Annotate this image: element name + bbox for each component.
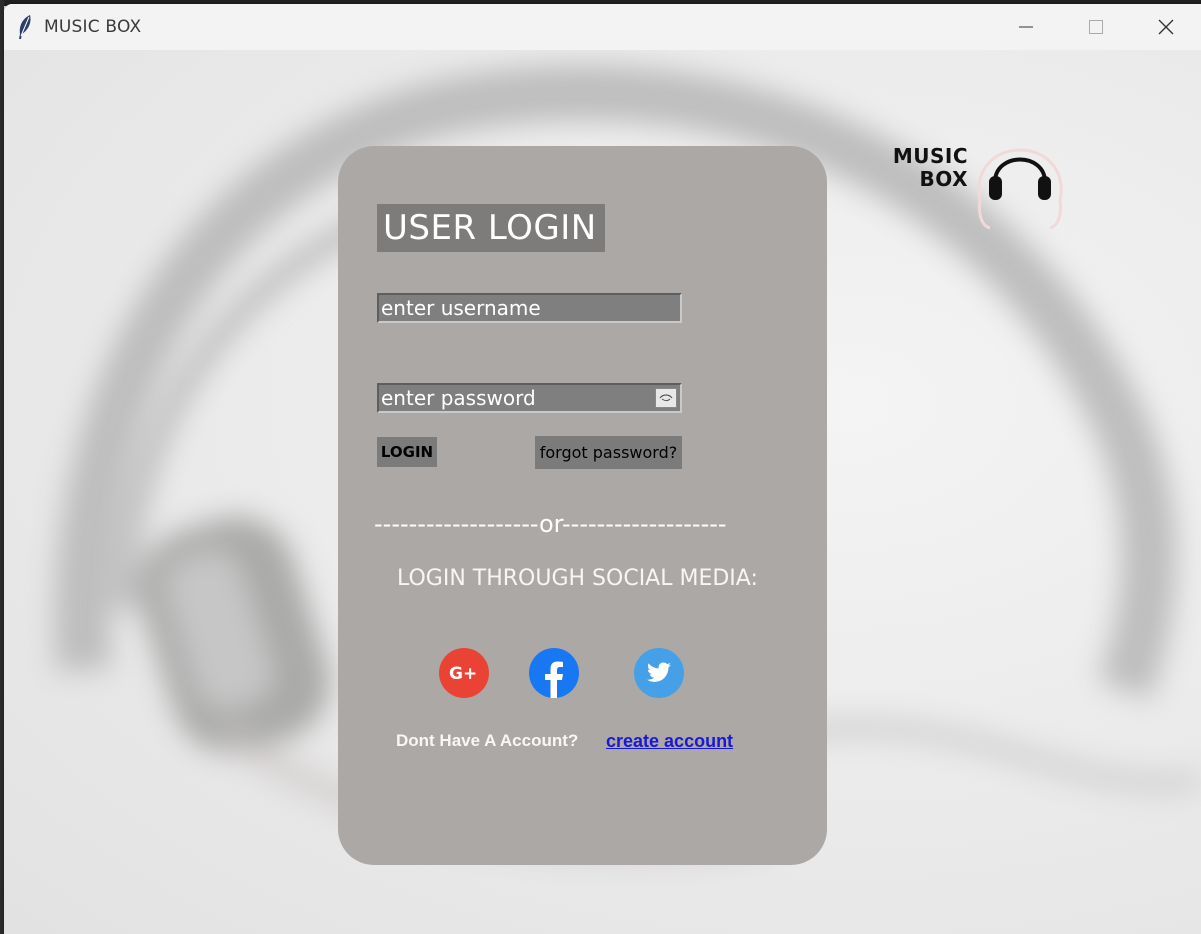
window-title: MUSIC BOX bbox=[44, 17, 142, 37]
password-field-frame bbox=[377, 383, 682, 413]
google-plus-icon: G+ bbox=[449, 664, 477, 683]
minimize-button[interactable] bbox=[992, 4, 1060, 50]
logo-line-1: MUSIC bbox=[892, 144, 968, 168]
show-password-toggle[interactable] bbox=[655, 388, 677, 408]
music-box-logo: MUSIC BOX bbox=[893, 144, 1072, 236]
social-login-label: LOGIN THROUGH SOCIAL MEDIA: bbox=[397, 566, 758, 591]
username-field-frame bbox=[377, 293, 682, 323]
content-area: USER LOGIN LOGIN forgot password? ------… bbox=[4, 50, 1201, 934]
login-card: USER LOGIN LOGIN forgot password? ------… bbox=[338, 146, 827, 865]
create-account-link[interactable]: create account bbox=[606, 731, 733, 752]
forgot-password-button[interactable]: forgot password? bbox=[535, 436, 682, 469]
title-bar[interactable]: MUSIC BOX bbox=[4, 4, 1201, 50]
logo-line-2: BOX bbox=[919, 167, 968, 191]
headphones-icon bbox=[977, 148, 1063, 230]
twitter-login-button[interactable] bbox=[634, 648, 684, 698]
username-input[interactable] bbox=[379, 295, 680, 321]
facebook-login-button[interactable] bbox=[529, 648, 579, 698]
or-divider: -------------------or------------------- bbox=[374, 510, 727, 538]
close-button[interactable] bbox=[1132, 4, 1200, 50]
eye-icon bbox=[659, 394, 673, 401]
twitter-bird-icon bbox=[647, 662, 671, 682]
svg-text:G+: G+ bbox=[449, 664, 477, 683]
maximize-icon bbox=[1089, 20, 1103, 34]
facebook-icon bbox=[545, 661, 563, 698]
login-button[interactable]: LOGIN bbox=[377, 437, 437, 467]
password-input[interactable] bbox=[379, 385, 680, 411]
google-plus-login-button[interactable]: G+ bbox=[439, 648, 489, 698]
no-account-text: Dont Have A Account? bbox=[396, 731, 579, 750]
app-window: MUSIC BOX USER LOGIN enter username LOGI… bbox=[4, 4, 1201, 934]
minimize-icon bbox=[1019, 26, 1033, 28]
login-heading: USER LOGIN bbox=[377, 204, 605, 252]
maximize-button[interactable] bbox=[1062, 4, 1130, 50]
feather-icon bbox=[19, 15, 31, 39]
close-icon bbox=[1158, 19, 1174, 35]
